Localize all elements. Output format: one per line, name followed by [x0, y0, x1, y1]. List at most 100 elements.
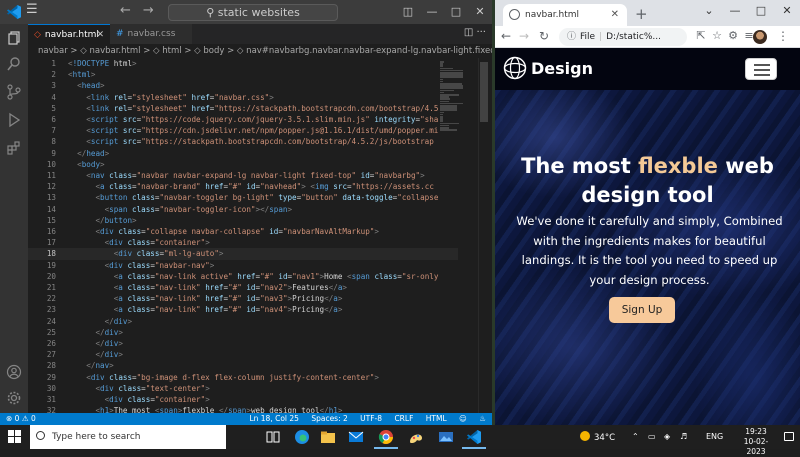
close-icon[interactable]: ✕: [774, 0, 800, 22]
code-line[interactable]: 22 <a class="nav-link" href="#" id="nav3…: [28, 293, 458, 304]
bookmark-star-icon[interactable]: ☆: [709, 29, 725, 42]
battery-icon[interactable]: ▭: [648, 432, 656, 441]
scrollbar-thumb[interactable]: [480, 62, 488, 122]
close-tab-icon[interactable]: ✕: [96, 25, 104, 45]
reload-icon[interactable]: ↻: [539, 29, 549, 43]
more-menu-icon[interactable]: ⋮: [777, 29, 789, 43]
info-icon[interactable]: ⓘ: [567, 32, 576, 42]
code-line[interactable]: 30 <div class="text-center">: [28, 383, 458, 394]
tab-navbar-css[interactable]: # navbar.css: [110, 24, 192, 44]
feedback-icon[interactable]: ☺: [459, 414, 467, 423]
code-line[interactable]: 25 </div>: [28, 327, 458, 338]
code-editor[interactable]: 1 <!DOCTYPE html> 2 <html> 3 <head> 4 <link r…: [28, 58, 458, 413]
code-line[interactable]: 7 <script src="https://cdn.jsdelivr.net/…: [28, 125, 458, 136]
weather-widget[interactable]: 34°C: [580, 431, 615, 443]
code-line[interactable]: 4 <link rel="stylesheet" href="navbar.cs…: [28, 92, 458, 103]
input-language[interactable]: ENG: [706, 432, 723, 441]
address-bar[interactable]: ⓘ File | D:/static%...: [559, 28, 687, 46]
cursor-position[interactable]: Ln 18, Col 25: [249, 414, 298, 423]
more-actions-icon[interactable]: ···: [476, 27, 486, 38]
minimize-icon[interactable]: —: [722, 0, 748, 22]
volume-icon[interactable]: ♬: [680, 432, 687, 441]
code-line[interactable]: 17 <div class="container">: [28, 237, 458, 248]
tab-search-chevron-icon[interactable]: ⌄: [696, 0, 722, 22]
mail-icon[interactable]: [348, 429, 364, 445]
code-line[interactable]: 14 <span class="navbar-toggler-icon"></s…: [28, 204, 458, 215]
warning-count[interactable]: 0: [31, 414, 36, 423]
forward-arrow-icon[interactable]: →: [519, 29, 529, 43]
navbar-toggler-button[interactable]: [745, 58, 777, 80]
forward-arrow-icon[interactable]: →: [143, 3, 154, 18]
source-control-icon[interactable]: [6, 84, 22, 100]
code-line[interactable]: 9 </head>: [28, 148, 458, 159]
errors-icon[interactable]: ⊗: [6, 414, 15, 423]
profile-avatar[interactable]: [753, 30, 767, 44]
code-line[interactable]: 32 <h1>The most <span>flexble </span>web…: [28, 405, 458, 413]
code-line[interactable]: 1 <!DOCTYPE html>: [28, 58, 458, 69]
code-line[interactable]: 8 <script src="https://stackpath.bootstr…: [28, 136, 458, 147]
encoding[interactable]: UTF-8: [360, 414, 382, 423]
code-line[interactable]: 6 <script src="https://code.jquery.com/j…: [28, 114, 458, 125]
task-view-icon[interactable]: [265, 429, 281, 445]
layout-icon[interactable]: ◫: [396, 0, 420, 24]
extensions-puzzle-icon[interactable]: ⚙: [725, 29, 741, 42]
code-line[interactable]: 26 </div>: [28, 338, 458, 349]
chrome-icon[interactable]: [378, 429, 394, 445]
sign-up-button[interactable]: Sign Up: [609, 297, 675, 323]
indentation[interactable]: Spaces: 2: [311, 414, 347, 423]
code-line[interactable]: 16 <div class="collapse navbar-collapse"…: [28, 226, 458, 237]
code-line[interactable]: 24 </div>: [28, 316, 458, 327]
code-line[interactable]: 23 <a class="nav-link" href="#" id="nav4…: [28, 304, 458, 315]
code-line[interactable]: 27 </div>: [28, 349, 458, 360]
photos-icon[interactable]: [438, 429, 454, 445]
code-line[interactable]: 21 <a class="nav-link" href="#" id="nav2…: [28, 282, 458, 293]
code-line[interactable]: 20 <a class="nav-link active" href="#" i…: [28, 271, 458, 282]
code-line[interactable]: 28 </nav>: [28, 360, 458, 371]
code-line[interactable]: 15 </button>: [28, 215, 458, 226]
browser-tab[interactable]: navbar.html ✕: [503, 4, 627, 26]
extensions-icon[interactable]: [6, 140, 22, 156]
windows-start-icon[interactable]: [8, 430, 22, 444]
notifications-icon[interactable]: [784, 432, 794, 441]
hamburger-icon[interactable]: ☰: [26, 2, 38, 17]
back-arrow-icon[interactable]: ←: [120, 3, 131, 18]
code-line[interactable]: 19 <div class="navbar-nav">: [28, 260, 458, 271]
line-ending[interactable]: CRLF: [394, 414, 413, 423]
language-mode[interactable]: HTML: [426, 414, 447, 423]
code-line[interactable]: 29 <div class="bg-image d-flex flex-colu…: [28, 372, 458, 383]
code-line[interactable]: 10 <body>: [28, 159, 458, 170]
file-explorer-icon[interactable]: [320, 429, 336, 445]
split-editor-icon[interactable]: ◫: [464, 27, 473, 38]
account-icon[interactable]: [6, 364, 22, 380]
error-count[interactable]: 0: [15, 414, 20, 423]
notifications-bell-icon[interactable]: ♨: [479, 414, 486, 423]
command-center-search[interactable]: ⚲ static websites: [168, 4, 338, 21]
code-line[interactable]: 5 <link rel="stylesheet" href="https://s…: [28, 103, 458, 114]
code-line[interactable]: 3 <head>: [28, 80, 458, 91]
close-icon[interactable]: ✕: [468, 0, 492, 24]
network-icon[interactable]: ◈: [664, 432, 670, 441]
taskbar-search-input[interactable]: Type here to search: [30, 425, 226, 449]
brand-name[interactable]: Design: [531, 59, 593, 78]
editor-scrollbar[interactable]: [478, 58, 488, 413]
code-line[interactable]: 12 <a class="navbar-brand" href="#" id="…: [28, 181, 458, 192]
maximize-icon[interactable]: □: [748, 0, 774, 22]
close-tab-icon[interactable]: ✕: [611, 4, 619, 26]
tab-navbar-html[interactable]: ◇ navbar.html ✕: [28, 24, 110, 44]
system-clock[interactable]: 19:23 10-02-2023: [736, 427, 776, 457]
search-icon[interactable]: [6, 56, 22, 72]
warnings-icon[interactable]: ⚠: [22, 414, 31, 423]
settings-gear-icon[interactable]: [6, 390, 22, 406]
brand-logo-icon[interactable]: [503, 56, 527, 80]
code-line[interactable]: 11 <nav class="navbar navbar-expand-lg n…: [28, 170, 458, 181]
code-line[interactable]: 2 <html>: [28, 69, 458, 80]
back-arrow-icon[interactable]: ←: [501, 29, 511, 43]
paint-icon[interactable]: [408, 429, 424, 445]
minimize-icon[interactable]: —: [420, 0, 444, 24]
minimap[interactable]: [438, 58, 468, 413]
run-debug-icon[interactable]: [6, 112, 22, 128]
edge-browser-icon[interactable]: [294, 429, 310, 445]
code-line[interactable]: 18 <div class="ml-lg-auto">: [28, 248, 458, 260]
share-icon[interactable]: ⇱: [693, 29, 709, 42]
show-hidden-icons-chevron-icon[interactable]: ⌃: [632, 432, 639, 441]
